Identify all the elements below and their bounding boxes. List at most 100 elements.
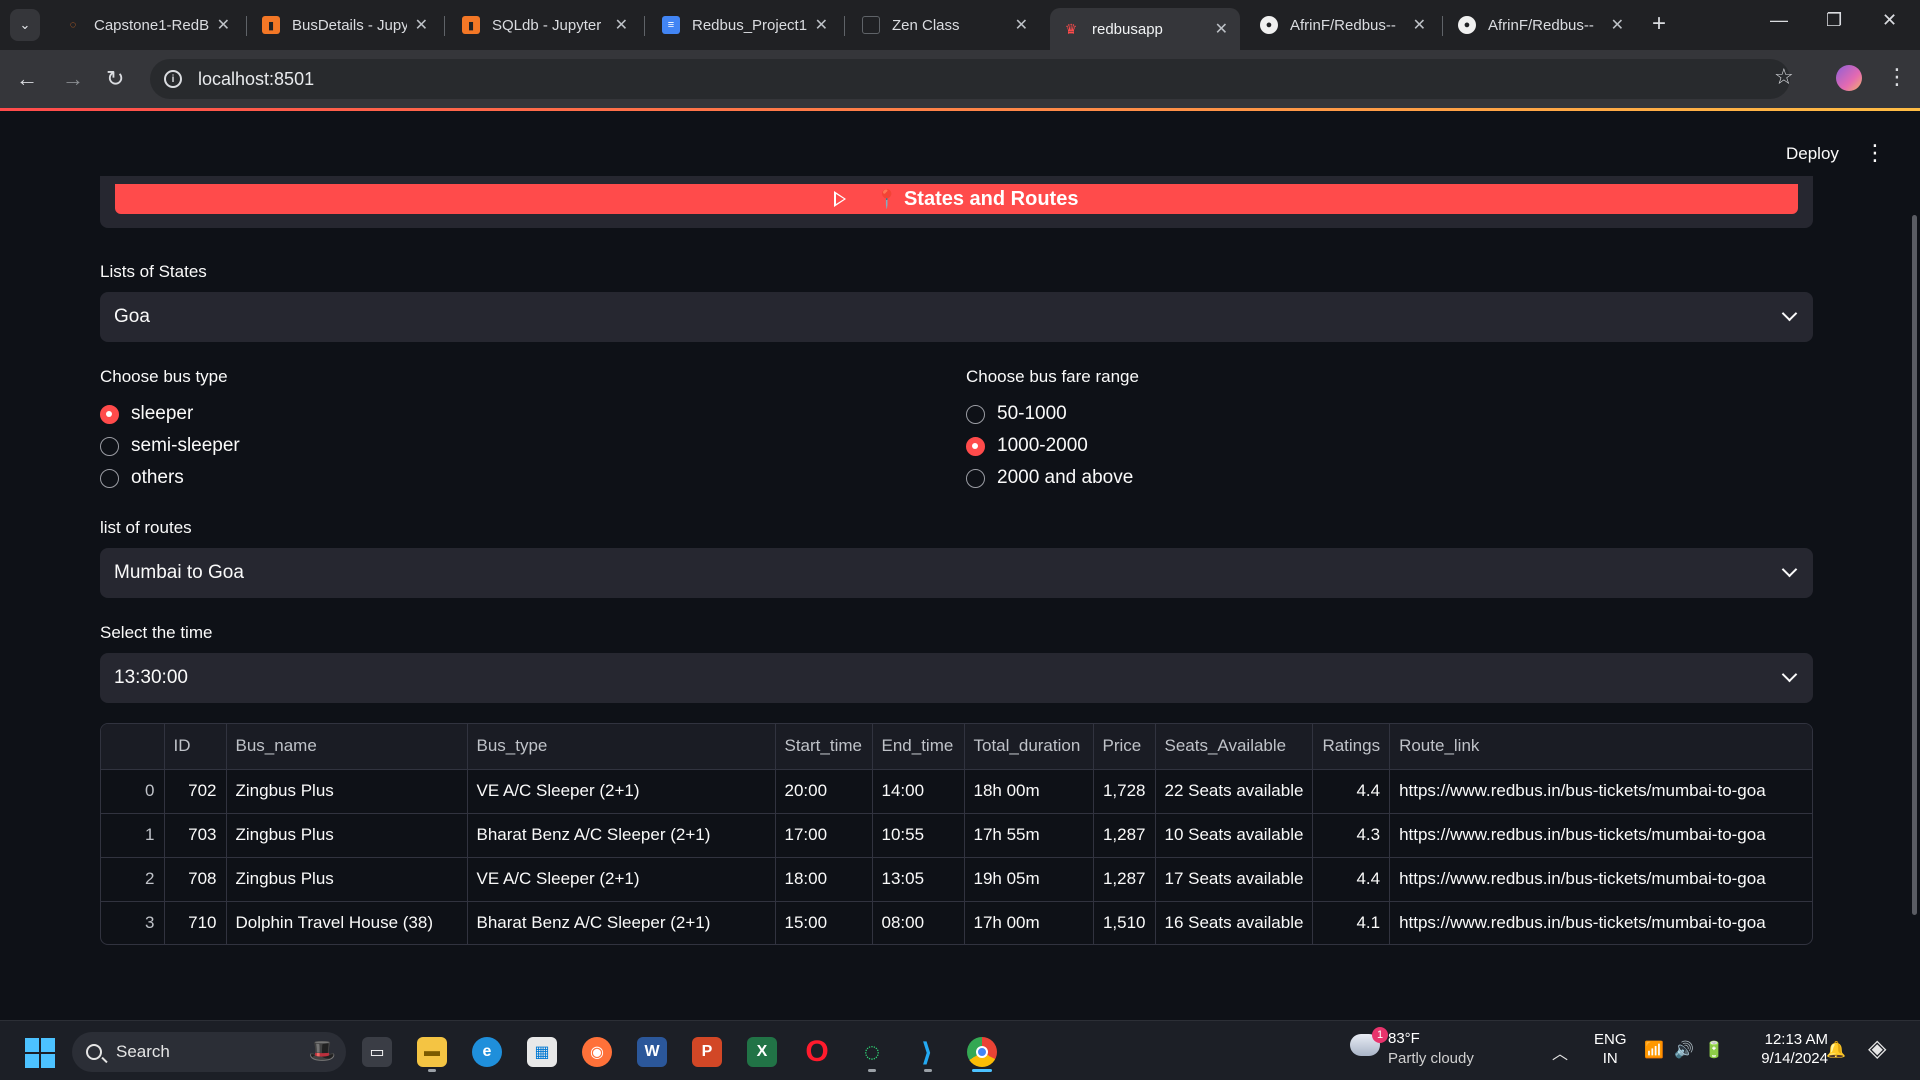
tab-separator xyxy=(644,16,645,36)
close-icon[interactable]: ✕ xyxy=(615,15,628,35)
row-index-cell: 2 xyxy=(101,857,165,902)
restore-icon[interactable]: ❐ xyxy=(1826,10,1842,31)
notification-bell-icon[interactable]: 🔔 xyxy=(1826,1040,1846,1060)
search-icon xyxy=(86,1044,102,1060)
bookmark-star-icon[interactable]: ☆ xyxy=(1774,64,1794,90)
table-row[interactable]: 0 702 Zingbus Plus VE A/C Sleeper (2+1) … xyxy=(101,769,1812,814)
states-routes-button[interactable]: 📍 States and Routes xyxy=(115,184,1798,214)
edge-icon[interactable]: e xyxy=(472,1037,502,1067)
column-header-price[interactable]: Price xyxy=(1093,724,1156,770)
column-header-bus-name[interactable]: Bus_name xyxy=(226,724,468,770)
page-scrollbar[interactable] xyxy=(1912,215,1917,915)
browser-tab-capstone[interactable]: ◌ Capstone1-RedB ✕ xyxy=(52,8,242,42)
app-top-decoration xyxy=(0,108,1920,111)
column-header-ratings[interactable]: Ratings xyxy=(1312,724,1391,770)
reload-icon[interactable]: ↻ xyxy=(106,66,124,92)
taskbar-clock[interactable]: 12:13 AM 9/14/2024 xyxy=(1742,1030,1828,1068)
column-header-end-time[interactable]: End_time xyxy=(872,724,965,770)
id-cell: 708 xyxy=(164,857,227,902)
browser-tab-sqldb[interactable]: ▮ SQLdb - Jupyter ✕ xyxy=(450,8,640,42)
column-header-start-time[interactable]: Start_time xyxy=(775,724,873,770)
wifi-icon[interactable]: 📶 xyxy=(1644,1040,1664,1060)
excel-icon[interactable]: X xyxy=(747,1037,777,1067)
radio-label: others xyxy=(131,467,184,488)
word-icon[interactable]: W xyxy=(637,1037,667,1067)
time-select[interactable]: 13:30:00 xyxy=(100,653,1813,703)
rating-cell: 4.1 xyxy=(1312,901,1391,944)
volume-icon[interactable]: 🔊 xyxy=(1674,1040,1694,1060)
chrome-icon[interactable] xyxy=(967,1037,997,1067)
running-indicator xyxy=(428,1069,436,1072)
bus-type-radio-semi-sleeper[interactable]: semi-sleeper xyxy=(100,435,240,457)
language-indicator[interactable]: ENG IN xyxy=(1594,1030,1627,1068)
close-icon[interactable]: ✕ xyxy=(1413,15,1426,35)
close-icon[interactable]: ✕ xyxy=(217,15,230,35)
fare-radio-1000-2000[interactable]: 1000-2000 xyxy=(966,435,1088,457)
fare-range-label: Choose bus fare range xyxy=(966,367,1139,386)
firefox-icon[interactable]: ◉ xyxy=(582,1037,612,1067)
notebook-icon: ▮ xyxy=(462,16,480,34)
new-tab-button[interactable]: + xyxy=(1652,10,1666,38)
windows-start-icon[interactable] xyxy=(25,1038,55,1068)
chevron-down-icon xyxy=(1781,305,1798,322)
task-view-icon[interactable]: ▭ xyxy=(362,1037,392,1067)
fare-radio-50-1000[interactable]: 50-1000 xyxy=(966,403,1067,425)
address-bar[interactable]: i localhost:8501 xyxy=(150,59,1790,99)
column-header-total-duration[interactable]: Total_duration xyxy=(964,724,1094,770)
close-icon[interactable]: ✕ xyxy=(1015,15,1028,35)
states-select[interactable]: Goa xyxy=(100,292,1813,342)
browser-tab-redbus-project[interactable]: ≡ Redbus_Project1 ✕ xyxy=(650,8,840,42)
window-close-icon[interactable]: ✕ xyxy=(1882,10,1897,31)
column-header-route-link[interactable]: Route_link xyxy=(1389,724,1812,770)
browser-tab-zen-class[interactable]: Zen Class ✕ xyxy=(850,8,1040,42)
end-time-cell: 13:05 xyxy=(872,857,965,902)
column-header-id[interactable]: ID xyxy=(164,724,227,770)
browser-menu-icon[interactable]: ⋮ xyxy=(1886,64,1908,90)
site-info-icon[interactable]: i xyxy=(164,70,182,88)
bus-type-radio-sleeper[interactable]: sleeper xyxy=(100,403,193,425)
forward-icon[interactable]: → xyxy=(62,66,84,92)
tab-search-button[interactable]: ⌄ xyxy=(10,9,40,41)
browser-tab-busdetails[interactable]: ▮ BusDetails - Jupy ✕ xyxy=(250,8,440,42)
battery-icon[interactable]: 🔋 xyxy=(1704,1040,1724,1060)
vscode-icon[interactable]: ⟩ xyxy=(912,1037,942,1067)
routes-select-value: Mumbai to Goa xyxy=(114,562,244,583)
weather-condition: Partly cloudy xyxy=(1388,1050,1474,1067)
profile-avatar[interactable] xyxy=(1836,65,1862,91)
close-icon[interactable]: ✕ xyxy=(815,15,828,35)
column-header-seats-available[interactable]: Seats_Available xyxy=(1155,724,1314,770)
table-row[interactable]: 1 703 Zingbus Plus Bharat Benz A/C Sleep… xyxy=(101,813,1812,858)
browser-tab-redbusapp[interactable]: ♛ redbusapp ✕ xyxy=(1050,8,1240,50)
app-menu-icon[interactable]: ⋮ xyxy=(1864,140,1886,166)
active-indicator xyxy=(972,1069,992,1072)
bus-type-cell: Bharat Benz A/C Sleeper (2+1) xyxy=(467,901,776,944)
routes-select[interactable]: Mumbai to Goa xyxy=(100,548,1813,598)
browser-toolbar: ← → ↻ i localhost:8501 ☆ ⋮ xyxy=(0,50,1920,110)
taskbar-search-box[interactable]: Search 🎩 xyxy=(72,1032,346,1072)
file-explorer-icon[interactable]: ▬ xyxy=(417,1037,447,1067)
start-time-cell: 18:00 xyxy=(775,857,873,902)
id-cell: 703 xyxy=(164,813,227,858)
browser-tab-github-2[interactable]: ● AfrinF/Redbus-- ✕ xyxy=(1446,8,1636,42)
anaconda-icon[interactable]: ◌ xyxy=(857,1036,887,1067)
pin-icon: 📍 xyxy=(875,188,898,209)
close-icon[interactable]: ✕ xyxy=(1611,15,1624,35)
powerpoint-icon[interactable]: P xyxy=(692,1037,722,1067)
column-header-bus-type[interactable]: Bus_type xyxy=(467,724,776,770)
table-row[interactable]: 2 708 Zingbus Plus VE A/C Sleeper (2+1) … xyxy=(101,857,1812,902)
bus-results-table[interactable]: ID Bus_name Bus_type Start_time End_time… xyxy=(100,723,1813,945)
fare-radio-2000-above[interactable]: 2000 and above xyxy=(966,467,1133,489)
back-icon[interactable]: ← xyxy=(16,66,38,92)
deploy-button[interactable]: Deploy xyxy=(1786,144,1839,164)
close-icon[interactable]: ✕ xyxy=(415,15,428,35)
copilot-icon[interactable]: ◈ xyxy=(1868,1034,1886,1063)
minimize-icon[interactable]: — xyxy=(1770,10,1788,31)
tray-overflow-chevron-icon[interactable]: ︿ xyxy=(1552,1040,1568,1064)
close-icon[interactable]: ✕ xyxy=(1215,19,1228,39)
bus-type-radio-others[interactable]: others xyxy=(100,467,184,489)
browser-tab-github-1[interactable]: ● AfrinF/Redbus-- ✕ xyxy=(1248,8,1438,42)
column-header-index[interactable] xyxy=(101,724,165,770)
store-icon[interactable]: ▦ xyxy=(527,1037,557,1067)
opera-icon[interactable]: O xyxy=(802,1035,832,1068)
table-row[interactable]: 3 710 Dolphin Travel House (38) Bharat B… xyxy=(101,901,1812,944)
